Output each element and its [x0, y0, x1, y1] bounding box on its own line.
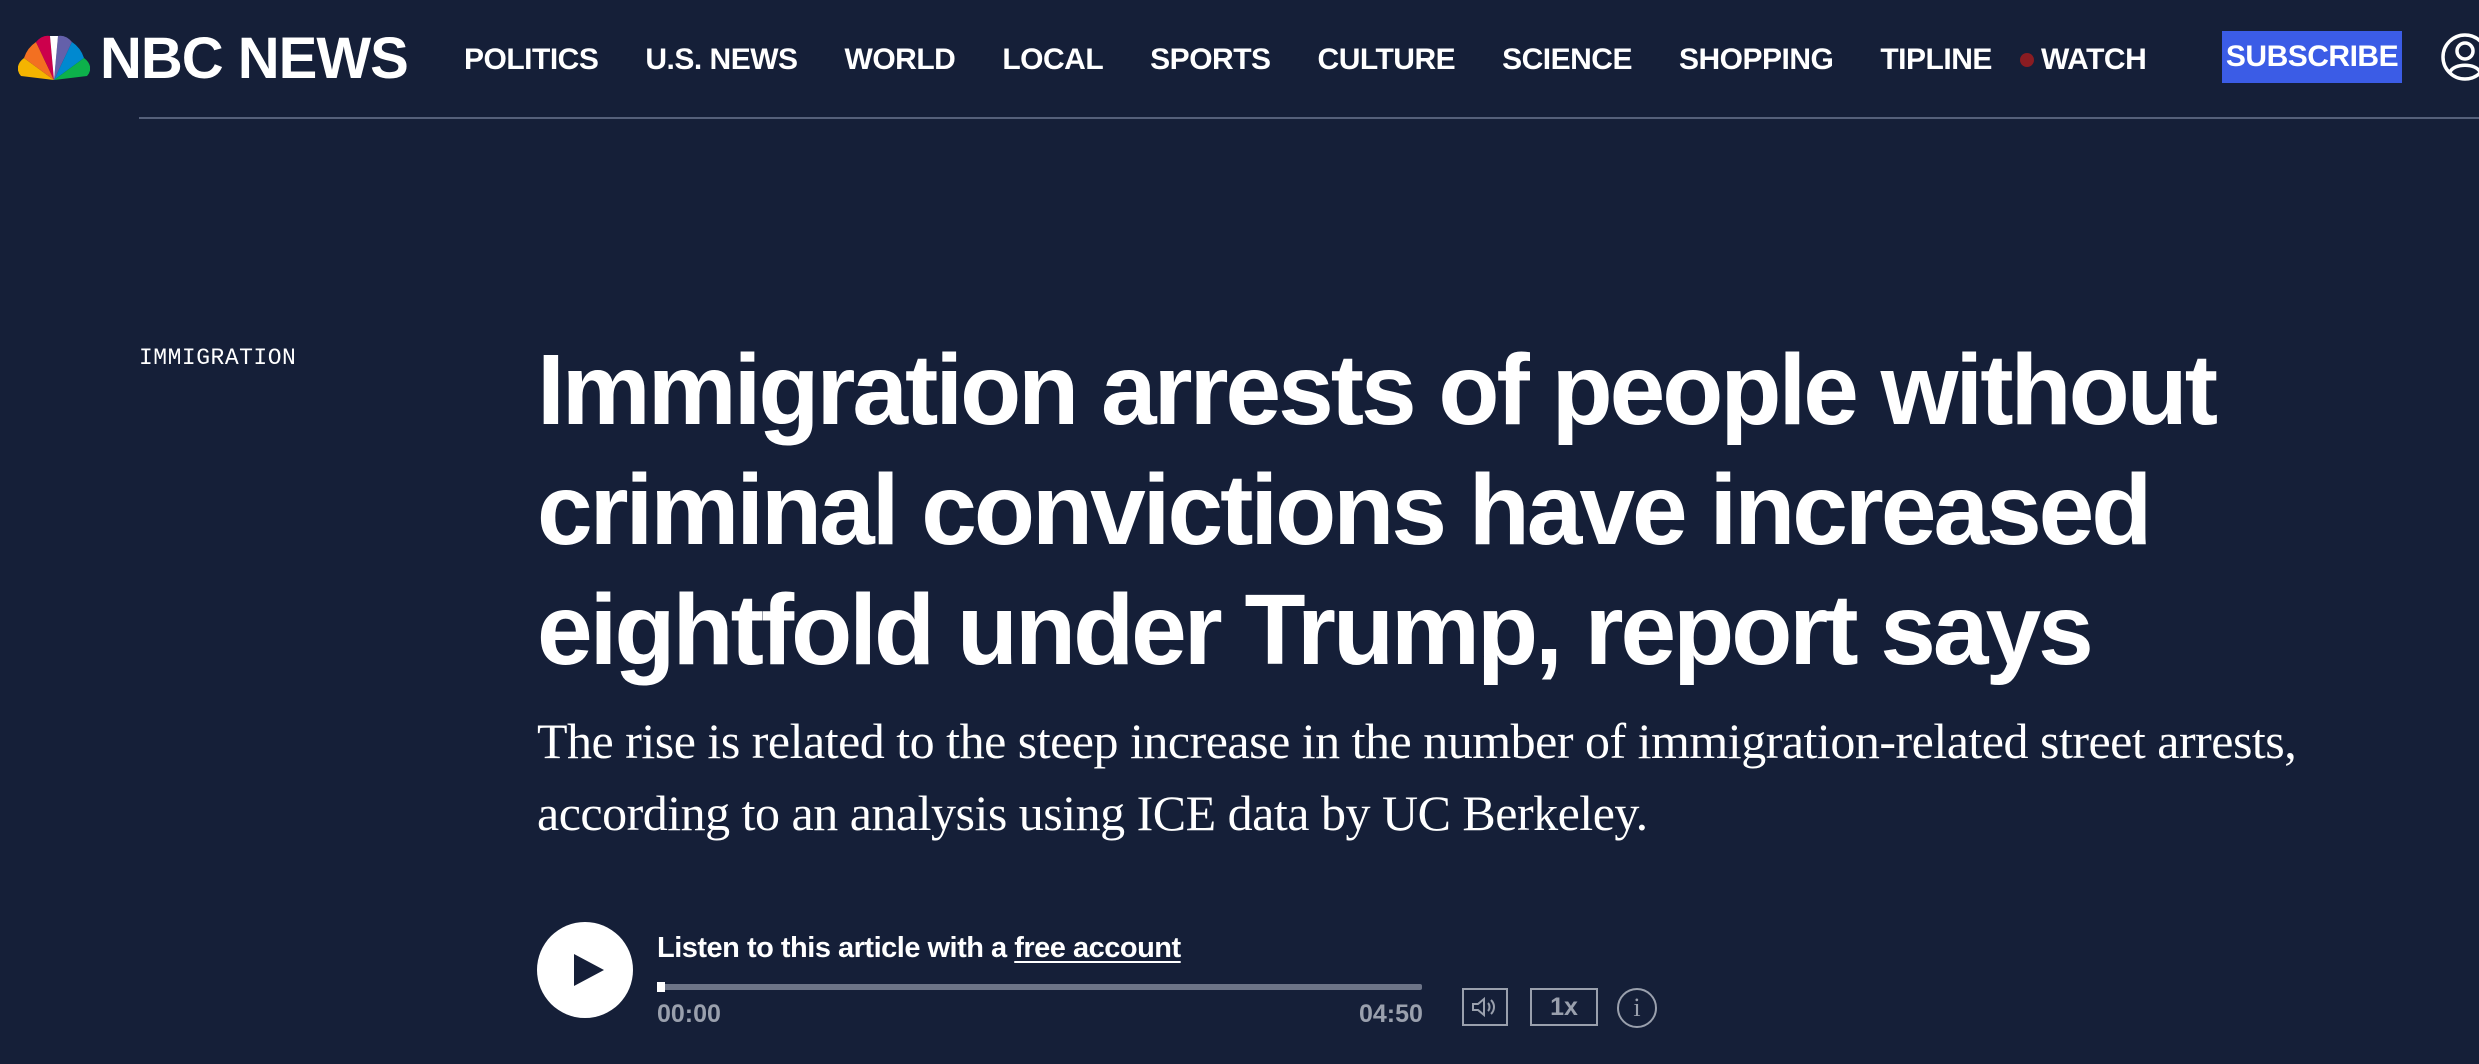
section-label[interactable]: IMMIGRATION [139, 345, 296, 371]
listen-prompt: Listen to this article with a free accou… [657, 928, 1181, 968]
speaker-icon [1472, 996, 1495, 1018]
play-icon [574, 954, 604, 986]
listen-prefix: Listen to this article with a [657, 932, 1015, 964]
page: NBC NEWS POLITICS U.S. NEWS WORLD LOCAL … [0, 0, 2479, 1064]
article-dek: The rise is related to the steep increas… [537, 713, 2297, 841]
time-current: 00:00 [657, 1000, 721, 1028]
play-button[interactable] [537, 922, 633, 1018]
nav-item-politics[interactable]: POLITICS [464, 38, 599, 82]
watch-label: WATCH [2041, 43, 2147, 76]
logo-text: NBC NEWS [100, 26, 409, 91]
watch-link[interactable]: WATCH [2020, 38, 2147, 82]
nav-item-local[interactable]: LOCAL [1002, 38, 1103, 82]
site-header: NBC NEWS POLITICS U.S. NEWS WORLD LOCAL … [0, 0, 2479, 119]
info-button[interactable]: i [1617, 988, 1657, 1028]
nav-item-tipline[interactable]: TIPLINE [1880, 38, 1992, 82]
nav-item-culture[interactable]: CULTURE [1318, 38, 1456, 82]
free-account-link[interactable]: free account [1014, 932, 1181, 964]
time-total: 04:50 [1359, 1000, 1423, 1028]
volume-button[interactable] [1462, 988, 1508, 1026]
live-dot-icon [2020, 53, 2034, 67]
article-headline: Immigration arrests of people without cr… [537, 334, 2218, 686]
audio-progress-knob[interactable] [657, 982, 665, 992]
main-nav: POLITICS U.S. NEWS WORLD LOCAL SPORTS CU… [464, 38, 2039, 82]
nav-item-world[interactable]: WORLD [845, 38, 956, 82]
account-icon[interactable] [2440, 32, 2479, 82]
audio-progress-bar[interactable] [657, 984, 1422, 990]
header-divider [139, 117, 2479, 119]
nav-item-shopping[interactable]: SHOPPING [1679, 38, 1834, 82]
nav-item-science[interactable]: SCIENCE [1502, 38, 1632, 82]
nbc-news-logo[interactable]: NBC NEWS [18, 26, 409, 91]
nav-item-sports[interactable]: SPORTS [1150, 38, 1271, 82]
nbc-peacock-icon [18, 35, 90, 80]
subscribe-button[interactable]: SUBSCRIBE [2222, 31, 2402, 83]
nav-item-us-news[interactable]: U.S. NEWS [645, 38, 798, 82]
playback-speed-button[interactable]: 1x [1530, 988, 1598, 1026]
